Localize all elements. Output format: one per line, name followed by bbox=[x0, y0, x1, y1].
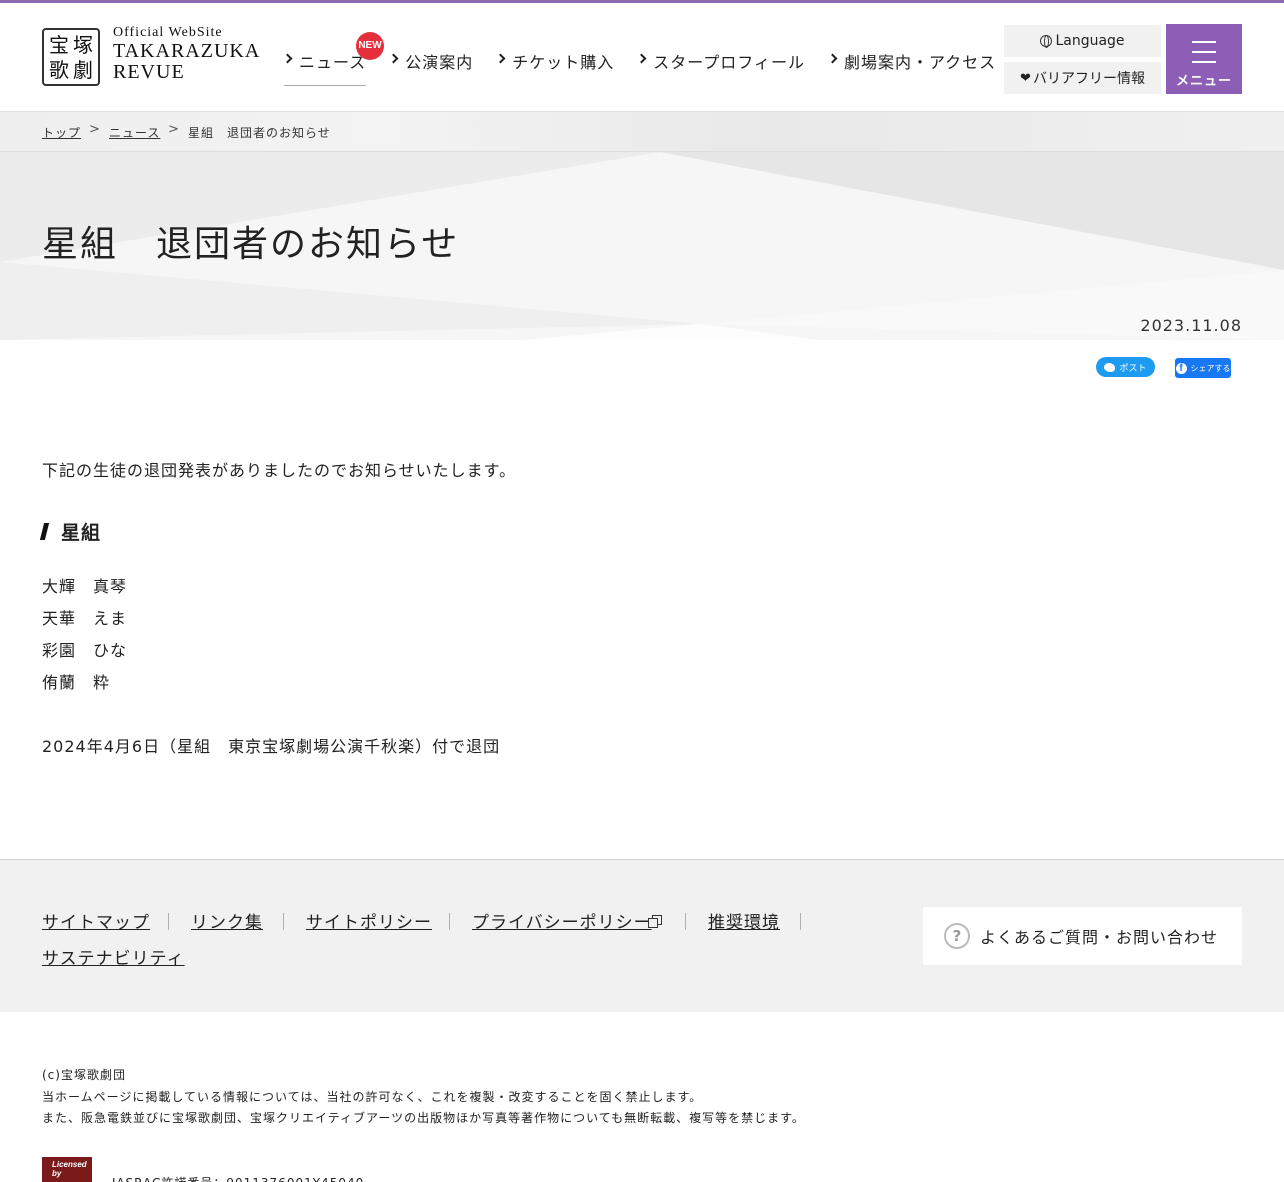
facebook-share-button[interactable]: f シェアする bbox=[1175, 358, 1231, 378]
footer-link-links[interactable]: リンク集 bbox=[191, 908, 263, 933]
member-name: 侑蘭 粋 bbox=[42, 673, 111, 692]
footer-link-site-policy[interactable]: サイトポリシー bbox=[306, 908, 432, 933]
menu-icon bbox=[1192, 41, 1216, 71]
nav-item-news[interactable]: ニュース NEW bbox=[282, 32, 384, 86]
facebook-icon: f bbox=[1175, 362, 1187, 374]
faq-contact-button[interactable]: ? よくあるご質問・お問い合わせ bbox=[923, 907, 1242, 965]
site-header: 宝 塚 歌 劇 Official WebSite TAKARAZUKA REVU… bbox=[0, 3, 1284, 112]
breadcrumb: トップ > ニュース > 星組 退団者のお知らせ bbox=[0, 112, 1284, 152]
footer-separator: ｜ bbox=[275, 913, 293, 933]
footer-separator: ｜ bbox=[441, 913, 459, 933]
footer-link-sustainability[interactable]: サステナビリティ bbox=[42, 944, 185, 969]
footer-separator: ｜ bbox=[792, 913, 810, 933]
heart-icon: ❤ bbox=[1020, 70, 1031, 86]
group-heading: 星組 bbox=[39, 518, 102, 545]
nav-item-label: 公演案内 bbox=[405, 53, 474, 72]
twitter-share-button[interactable]: ポスト bbox=[1096, 357, 1155, 377]
new-badge: NEW bbox=[356, 32, 384, 60]
logo-wordmark[interactable]: Official WebSite TAKARAZUKA REVUE bbox=[113, 25, 260, 83]
chevron-right-icon bbox=[282, 53, 293, 64]
footer-link-privacy-policy[interactable]: プライバシーポリシー bbox=[472, 908, 652, 933]
logo-kanji: 劇 bbox=[73, 58, 93, 82]
logo-line1: TAKARAZUKA bbox=[113, 40, 261, 62]
publish-date: 2023.11.08 bbox=[1140, 316, 1242, 335]
logo-kanji: 塚 bbox=[73, 33, 93, 57]
page-title: 星組 退団者のお知らせ bbox=[42, 224, 460, 265]
jasrac-logo-text: Licensed bbox=[52, 1160, 87, 1169]
footer-nav: サイトマップ ｜ リンク集 ｜ サイトポリシー ｜ プライバシーポリシー ｜ 推… bbox=[0, 859, 1284, 1012]
site-logo[interactable]: 宝 塚 歌 劇 bbox=[42, 28, 100, 86]
member-name: 彩園 ひな bbox=[42, 641, 128, 660]
globe-icon bbox=[1040, 35, 1053, 48]
external-link-icon bbox=[648, 915, 662, 928]
nav-item-label: ニュース bbox=[299, 53, 367, 72]
breadcrumb-separator: > bbox=[168, 122, 180, 137]
logo-line2: REVUE bbox=[113, 61, 185, 83]
group-heading-label: 星組 bbox=[61, 522, 102, 544]
footer-link-sitemap[interactable]: サイトマップ bbox=[42, 908, 150, 933]
nav-item-label: 劇場案内・アクセス bbox=[843, 53, 997, 72]
menu-label: メニュー bbox=[1175, 74, 1232, 89]
footer-separator: ｜ bbox=[677, 913, 695, 933]
copyright-notice: 当ホームページに掲載している情報については、当社の許可なく、これを複製・改変する… bbox=[42, 1090, 703, 1104]
breadcrumb-top-link[interactable]: トップ bbox=[42, 124, 81, 141]
chevron-right-icon bbox=[495, 53, 506, 64]
chevron-right-icon bbox=[636, 53, 647, 64]
twitter-share-label: ポスト bbox=[1119, 363, 1147, 374]
breadcrumb-news-link[interactable]: ニュース bbox=[109, 124, 160, 141]
heading-slash-icon bbox=[39, 523, 50, 540]
jasrac-logo-text: by bbox=[52, 1169, 62, 1178]
nav-item-theater-access[interactable]: 劇場案内・アクセス bbox=[827, 38, 997, 86]
logo-small-text: Official WebSite bbox=[113, 25, 223, 40]
chevron-right-icon bbox=[827, 53, 838, 64]
logo-kanji: 宝 bbox=[49, 33, 69, 57]
footer-link-recommended-env[interactable]: 推奨環境 bbox=[708, 908, 780, 933]
nav-item-label: チケット購入 bbox=[512, 53, 615, 72]
logo-kanji: 歌 bbox=[49, 58, 69, 82]
question-icon: ? bbox=[944, 923, 970, 949]
barrier-free-button[interactable]: ❤ バリアフリー情報 bbox=[1004, 62, 1161, 94]
barrier-free-label: バリアフリー情報 bbox=[1032, 71, 1145, 87]
global-nav: ニュース NEW 公演案内 チケット購入 スタープロフィール 劇場案内・アクセス bbox=[282, 32, 1020, 86]
faq-contact-label: よくあるご質問・お問い合わせ bbox=[980, 928, 1219, 947]
nav-item-star-profile[interactable]: スタープロフィール bbox=[636, 38, 805, 86]
breadcrumb-separator: > bbox=[89, 122, 101, 137]
member-name: 天華 えま bbox=[42, 609, 128, 628]
jasrac-license-number: JASRAC許諾番号：9011376001Y45040 bbox=[112, 1174, 364, 1182]
chevron-right-icon bbox=[388, 53, 399, 64]
copyright: (c)宝塚歌劇団 bbox=[42, 1068, 126, 1082]
nav-item-performances[interactable]: 公演案内 bbox=[388, 38, 474, 86]
language-button[interactable]: Language bbox=[1004, 25, 1161, 57]
jasrac-logo: Licensed by bbox=[42, 1157, 92, 1182]
footer-separator: ｜ bbox=[160, 913, 178, 933]
article-intro: 下記の生徒の退団発表がありましたのでお知らせいたします。 bbox=[42, 461, 517, 480]
language-label: Language bbox=[1055, 33, 1125, 49]
twitter-bird-icon bbox=[1104, 362, 1116, 372]
retirement-date: 2024年4月6日（星組 東京宝塚劇場公演千秋楽）付で退団 bbox=[42, 737, 501, 756]
nav-item-label: スタープロフィール bbox=[653, 53, 805, 72]
member-name: 大輝 真琴 bbox=[42, 577, 128, 596]
copyright-notice: また、阪急電鉄並びに宝塚歌劇団、宝塚クリエイティブアーツの出版物ほか写真等著作物… bbox=[42, 1111, 805, 1125]
breadcrumb-current: 星組 退団者のお知らせ bbox=[188, 126, 331, 140]
nav-item-tickets[interactable]: チケット購入 bbox=[495, 38, 615, 86]
menu-button[interactable]: メニュー bbox=[1166, 24, 1242, 94]
facebook-share-label: シェアする bbox=[1190, 363, 1231, 373]
